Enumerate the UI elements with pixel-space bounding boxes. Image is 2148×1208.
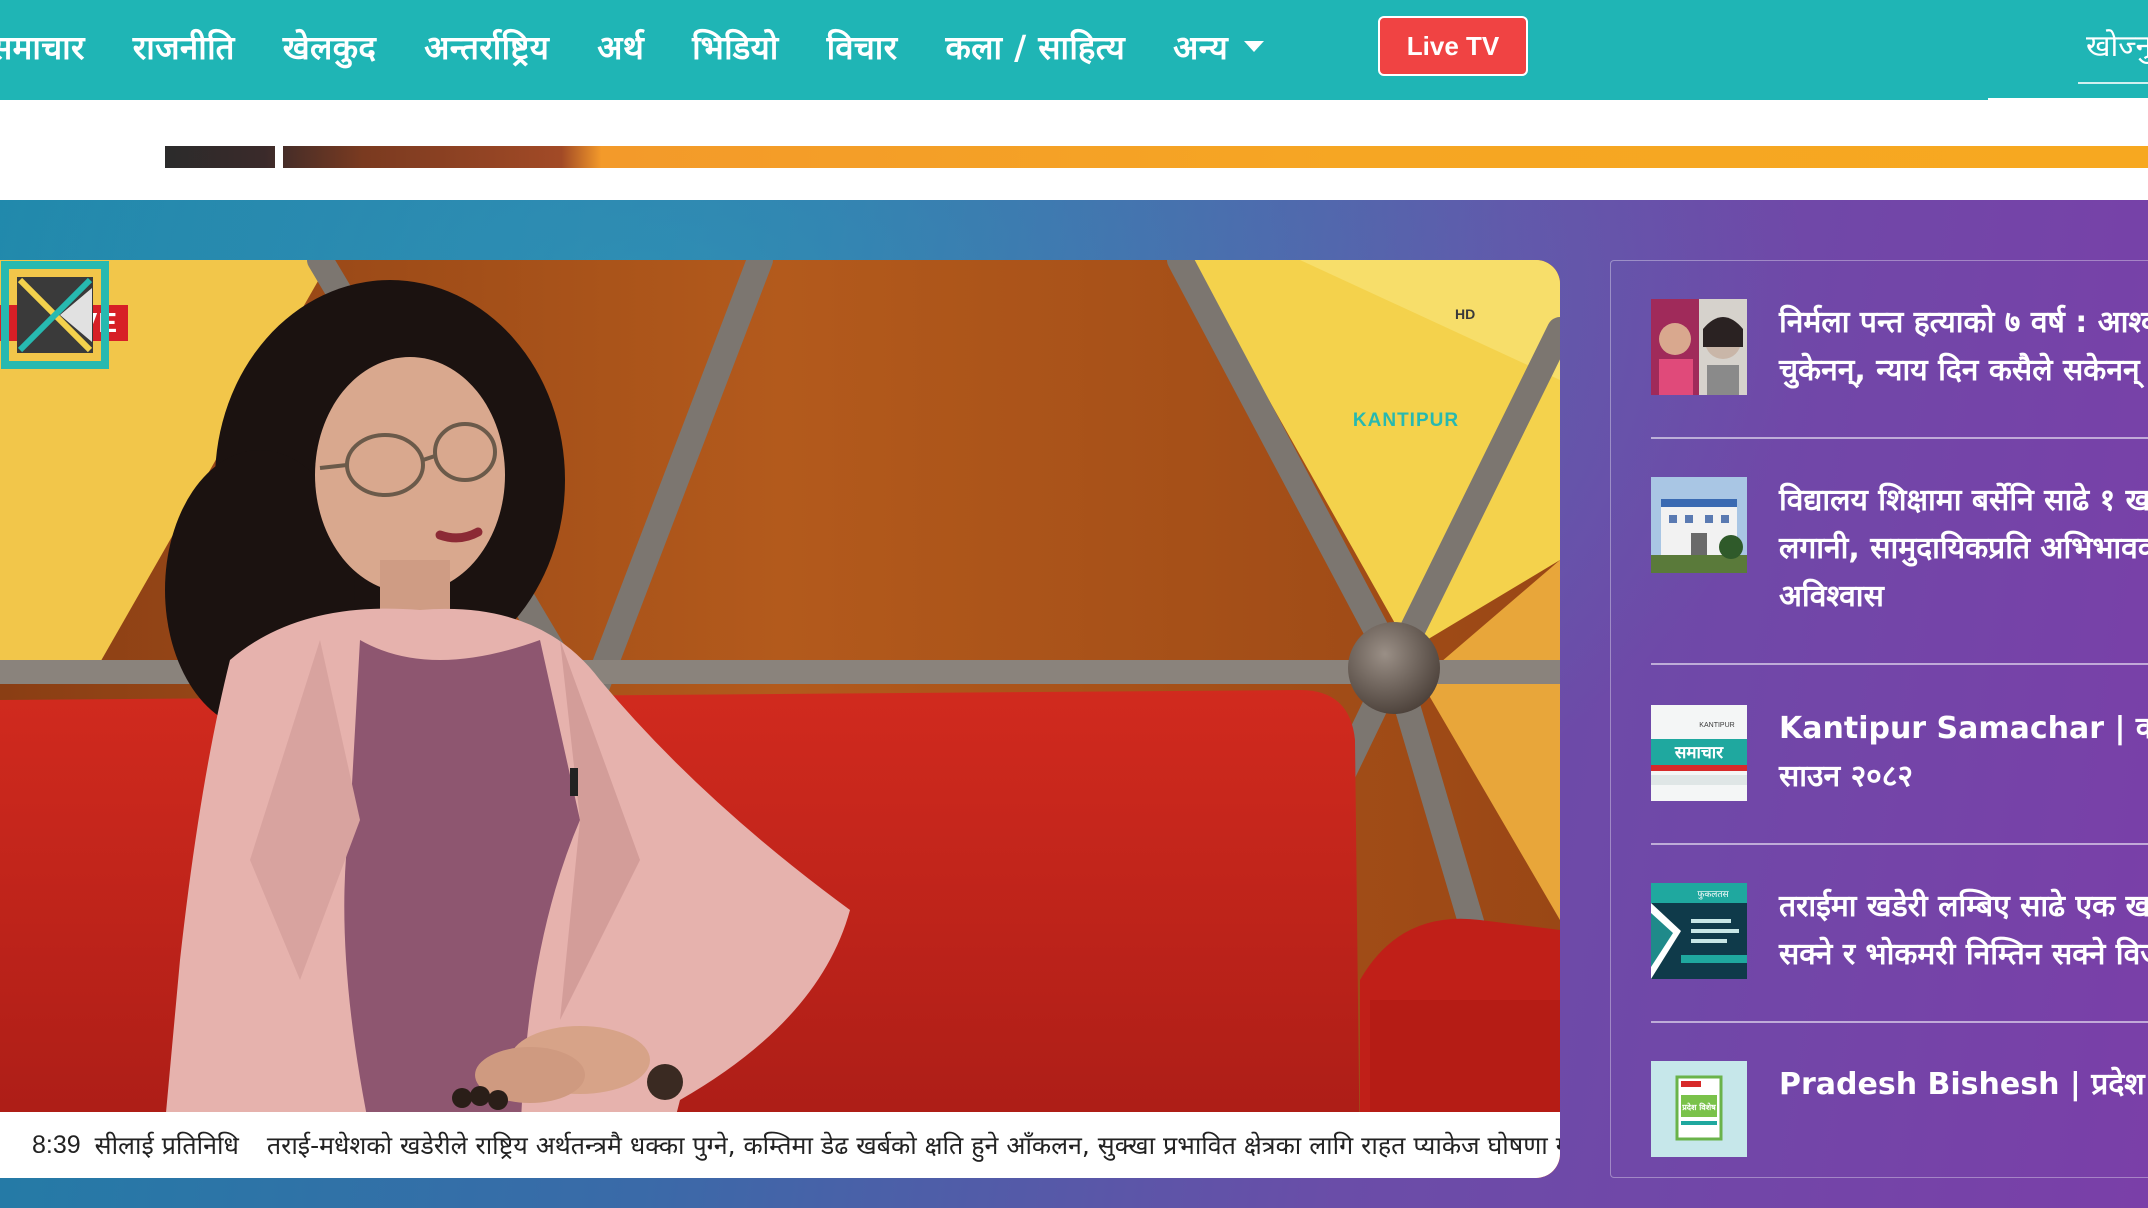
ticker-previous-headline: सीलाई प्रतिनिधि bbox=[94, 1131, 239, 1160]
nav-item-news[interactable]: समाचार bbox=[0, 24, 85, 69]
nav-item-video[interactable]: भिडियो bbox=[692, 24, 779, 69]
svg-text:KANTIPUR: KANTIPUR bbox=[1699, 722, 1734, 729]
news-divider bbox=[1651, 1021, 2148, 1023]
channel-name: KANTIPUR bbox=[1352, 410, 1460, 431]
studio-scene bbox=[0, 260, 1560, 1178]
news-title: तराईमा खडेरी लम्बिए साढे एक ख सक्ने र भो… bbox=[1779, 889, 2148, 972]
svg-text:प्रदेश विशेष: प्रदेश विशेष bbox=[1681, 1102, 1716, 1112]
news-ticker: 8:39 सीलाई प्रतिनिधि तराई-मधेशको खडेरीले… bbox=[0, 1112, 1560, 1178]
news-thumbnail: प्रदेश विशेष bbox=[1651, 1061, 1747, 1157]
news-title: Kantipur Samachar | कान्तिपुर साउन २०८२ bbox=[1779, 711, 2148, 794]
ticker-headline: तराई-मधेशको खडेरीले राष्ट्रिय अर्थतन्त्र… bbox=[266, 1131, 1560, 1160]
news-thumbnail: फुकलतस bbox=[1651, 883, 1747, 979]
nav-item-international[interactable]: अन्तर्राष्ट्रिय bbox=[424, 24, 549, 69]
news-thumbnail: समाचार KANTIPUR bbox=[1651, 705, 1747, 801]
live-tv-button[interactable]: Live TV bbox=[1378, 16, 1528, 76]
nav-more-label: अन्य bbox=[1173, 27, 1229, 67]
news-title: Pradesh Bishesh | प्रदेश विशेष bbox=[1779, 1067, 2148, 1102]
video-player[interactable]: LIVE HD KANTIPUR 8:39 सीलाई प्रतिनिधि तर… bbox=[0, 260, 1560, 1178]
ad-banner[interactable] bbox=[165, 146, 2148, 168]
nav-menu: समाचार राजनीति खेलकुद अन्तर्राष्ट्रिय अर… bbox=[0, 0, 1312, 92]
nav-item-more[interactable]: अन्य bbox=[1173, 24, 1265, 69]
search-underline bbox=[2078, 82, 2148, 84]
svg-text:समाचार: समाचार bbox=[1674, 743, 1724, 763]
search-link[interactable]: खोज्नु bbox=[2086, 24, 2148, 65]
news-title: विद्यालय शिक्षामा बर्सेनि साढे १ खर् लगा… bbox=[1779, 483, 2148, 614]
ticker-time: 8:39 bbox=[32, 1130, 81, 1159]
ad-banner-gap bbox=[275, 146, 283, 168]
news-title: निर्मला पन्त हत्याको ७ वर्ष : आश्वा चुके… bbox=[1779, 305, 2148, 388]
news-thumbnail bbox=[1651, 477, 1747, 573]
nav-item-sports[interactable]: खेलकुद bbox=[283, 24, 376, 69]
nav-item-economy[interactable]: अर्थ bbox=[597, 24, 644, 69]
nav-item-arts-literature[interactable]: कला / साहित्य bbox=[945, 24, 1125, 69]
live-tv-section: LIVE HD KANTIPUR 8:39 सीलाई प्रतिनिधि तर… bbox=[0, 200, 2148, 1208]
chevron-down-icon bbox=[1244, 40, 1265, 52]
nav-item-opinion[interactable]: विचार bbox=[827, 24, 898, 69]
news-divider bbox=[1651, 663, 2148, 665]
nav-item-politics[interactable]: राजनीति bbox=[133, 24, 235, 69]
hd-label: HD bbox=[1455, 306, 1476, 322]
svg-text:फुकलतस: फुकलतस bbox=[1697, 890, 1729, 900]
kantipur-logo-icon bbox=[1, 261, 109, 369]
related-news-panel: निर्मला पन्त हत्याको ७ वर्ष : आश्वा चुके… bbox=[1610, 260, 2148, 1178]
news-thumbnail bbox=[1651, 299, 1747, 395]
news-divider bbox=[1651, 843, 2148, 845]
ad-area bbox=[0, 100, 2148, 200]
top-navigation: समाचार राजनीति खेलकुद अन्तर्राष्ट्रिय अर… bbox=[0, 0, 2148, 101]
news-divider bbox=[1651, 437, 2148, 439]
